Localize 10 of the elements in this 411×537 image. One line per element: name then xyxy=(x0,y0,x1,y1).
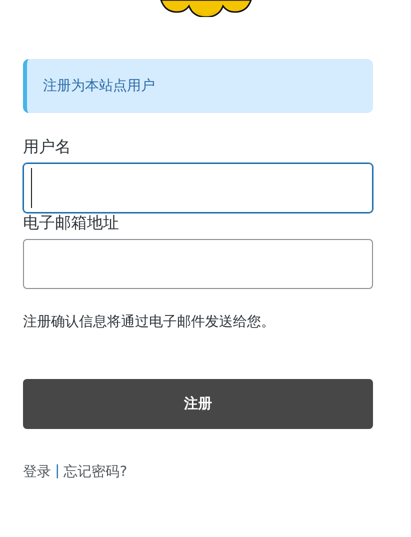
field-label: 用户名 xyxy=(23,137,72,158)
input-field[interactable] xyxy=(23,239,373,289)
info-message: 注册确认信息将通过电子邮件发送给您。 xyxy=(23,313,276,331)
separator: | xyxy=(55,463,60,481)
link[interactable]: 忘记密码? xyxy=(64,463,128,481)
field-label: 电子邮箱地址 xyxy=(23,213,120,234)
link[interactable]: 登录 xyxy=(23,463,51,481)
info-notice: 注册为本站点用户 xyxy=(23,59,373,113)
register-button[interactable]: 注册 xyxy=(23,379,373,429)
input-field[interactable] xyxy=(23,163,373,213)
